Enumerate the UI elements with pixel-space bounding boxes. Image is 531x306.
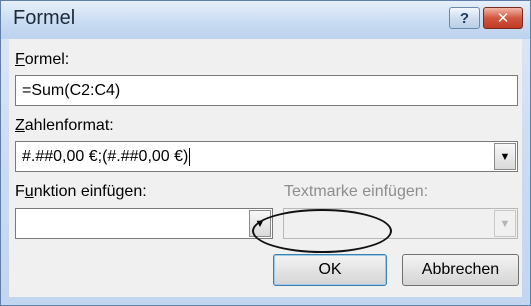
formula-input[interactable]: =Sum(C2:C4) [15,75,518,106]
close-button[interactable]: ✕ [483,7,523,29]
help-button[interactable]: ? [449,7,480,29]
ok-button-label: OK [318,261,342,278]
close-icon: ✕ [496,10,510,27]
chevron-down-icon: ▼ [499,150,511,163]
insert-bookmark-dropdown-button: ▼ [494,210,516,237]
insert-bookmark-dropdown: ▼ [283,208,518,239]
insert-function-label: Funktion einfügen: [15,183,147,200]
title-bar: Formel ? ✕ [1,1,530,39]
formula-value: =Sum(C2:C4) [22,81,121,99]
text-cursor [189,147,191,166]
number-format-label: Zahlenformat: [15,117,114,134]
formula-dialog: Formel ? ✕ Formel: =Sum(C2:C4) Zahlenfor… [0,0,531,306]
insert-function-dropdown-button[interactable]: ▼ [249,210,271,237]
ok-button[interactable]: OK [273,254,387,286]
dialog-body: Formel: =Sum(C2:C4) Zahlenformat: #.##0,… [9,39,522,297]
chevron-down-icon: ▼ [499,217,511,230]
number-format-dropdown-button[interactable]: ▼ [494,143,516,170]
help-icon: ? [459,9,470,27]
cancel-button-label: Abbrechen [421,261,500,278]
formula-label: Formel: [15,51,70,68]
cancel-button[interactable]: Abbrechen [402,254,519,286]
chevron-down-icon: ▼ [254,217,266,230]
number-format-value: #.##0,00 €;(#.##0,00 €) [22,147,189,165]
insert-bookmark-label: Textmarke einfügen: [284,183,429,200]
dialog-title: Formel [13,7,76,29]
number-format-combobox[interactable]: #.##0,00 €;(#.##0,00 €) ▼ [15,141,518,172]
insert-function-dropdown[interactable]: ▼ [15,208,273,239]
